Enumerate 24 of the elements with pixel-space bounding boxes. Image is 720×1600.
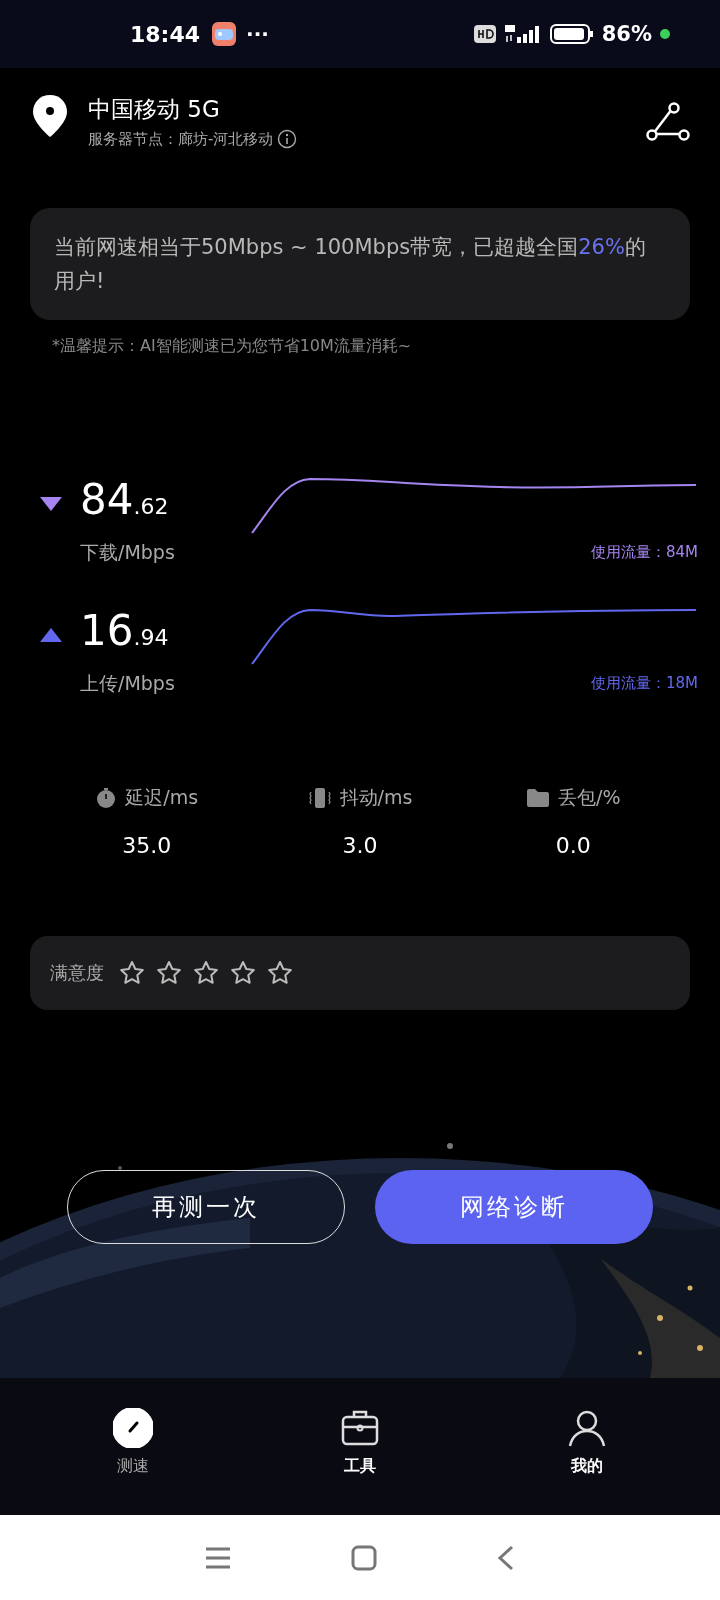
server-node-text: 服务器节点：廊坊-河北移动 [88, 129, 274, 149]
data-usage-text: 使用流量：84M [590, 543, 698, 562]
stat-label: 抖动/ms [339, 785, 413, 810]
stat-value: 0.0 [555, 833, 591, 858]
carrier-title: 中国移动 5G [88, 95, 221, 124]
status-time: 18:44 [130, 21, 201, 47]
stat-label: 延迟/ms [125, 785, 199, 810]
battery-percentage: 86% [601, 22, 652, 46]
more-notifications-text: ··· [246, 22, 269, 46]
tip-text: *温馨提示：AI智能测速已为您节省10M流量消耗~ [52, 336, 413, 357]
speed-unit: 下载/Mbps [80, 540, 176, 565]
stat-value: 35.0 [122, 833, 172, 858]
tab-item[interactable]: 工具 [280, 1378, 440, 1515]
speed-unit: 上传/Mbps [80, 671, 176, 696]
speed-value: 84.62 [80, 475, 170, 526]
stat-value: 3.0 [342, 833, 378, 858]
tab-item[interactable]: 我的 [506, 1378, 667, 1515]
rating-label: 满意度 [50, 961, 104, 985]
speed-summary-card: 当前网速相当于50Mbps ~ 100Mbps带宽，已超越全国26%的用户! [30, 208, 690, 320]
tab-item[interactable]: 测速 [53, 1378, 214, 1515]
speed-value: 16.94 [80, 606, 170, 657]
data-usage-text: 使用流量：18M [590, 674, 698, 693]
stat-label: 丢包/% [558, 785, 621, 810]
diagnose-button[interactable]: 网络诊断 [375, 1170, 653, 1244]
